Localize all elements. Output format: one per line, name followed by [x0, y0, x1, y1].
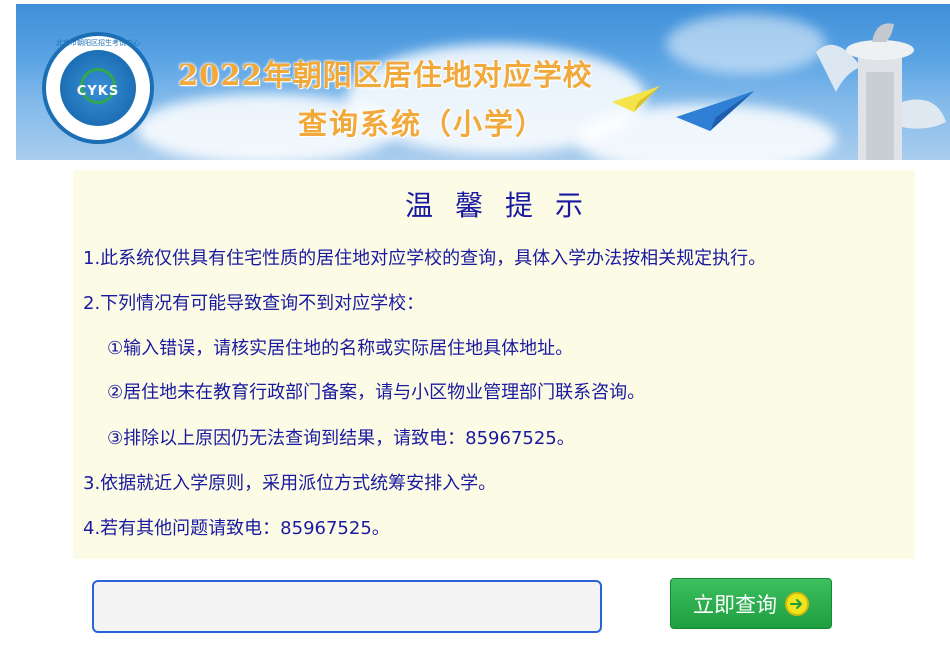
- tip-item-3: 3.依据就近入学原则，采用派位方式统筹安排入学。: [83, 473, 497, 494]
- logo-emblem: CYKS: [60, 50, 136, 126]
- paper-plane-icon: [676, 91, 754, 131]
- cyks-logo: 北京市朝阳区招生考试中心 CYKS: [42, 32, 154, 144]
- banner-title-line1: 2022年朝阳区居住地对应学校: [178, 58, 593, 92]
- tip-subitem-2: ②居住地未在教育行政部门备案，请与小区物业管理部门联系咨询。: [107, 382, 646, 403]
- tip-subitem-3: ③排除以上原因仍无法查询到结果，请致电：85967525。: [107, 428, 575, 449]
- huabiao-pillar-icon: [816, 23, 946, 160]
- search-button[interactable]: 立即查询: [670, 578, 832, 629]
- logo-text: CYKS: [76, 84, 120, 99]
- tip-item-1: 1.此系统仅供具有住宅性质的居住地对应学校的查询，具体入学办法按相关规定执行。: [83, 248, 767, 269]
- banner-title-line2: 查询系统（小学）: [298, 107, 547, 141]
- address-search-input[interactable]: [92, 580, 602, 633]
- tips-panel: 温馨提示 1.此系统仅供具有住宅性质的居住地对应学校的查询，具体入学办法按相关规…: [73, 170, 915, 559]
- arrow-right-circle-icon: [785, 591, 809, 616]
- tip-item-2: 2.下列情况有可能导致查询不到对应学校：: [83, 293, 425, 314]
- cloud-decoration: [666, 14, 826, 74]
- tips-heading: 温馨提示: [404, 189, 605, 222]
- paper-plane-icon: [612, 86, 660, 112]
- logo-ring-text: 北京市朝阳区招生考试中心: [56, 39, 140, 47]
- tip-subitem-1: ①输入错误，请核实居住地的名称或实际居住地具体地址。: [107, 338, 574, 359]
- header-banner: 北京市朝阳区招生考试中心 CYKS 2022年朝阳区居住地对应学校 查询系统（小…: [16, 4, 950, 160]
- search-button-label: 立即查询: [693, 593, 777, 617]
- tip-item-4: 4.若有其他问题请致电：85967525。: [83, 518, 390, 539]
